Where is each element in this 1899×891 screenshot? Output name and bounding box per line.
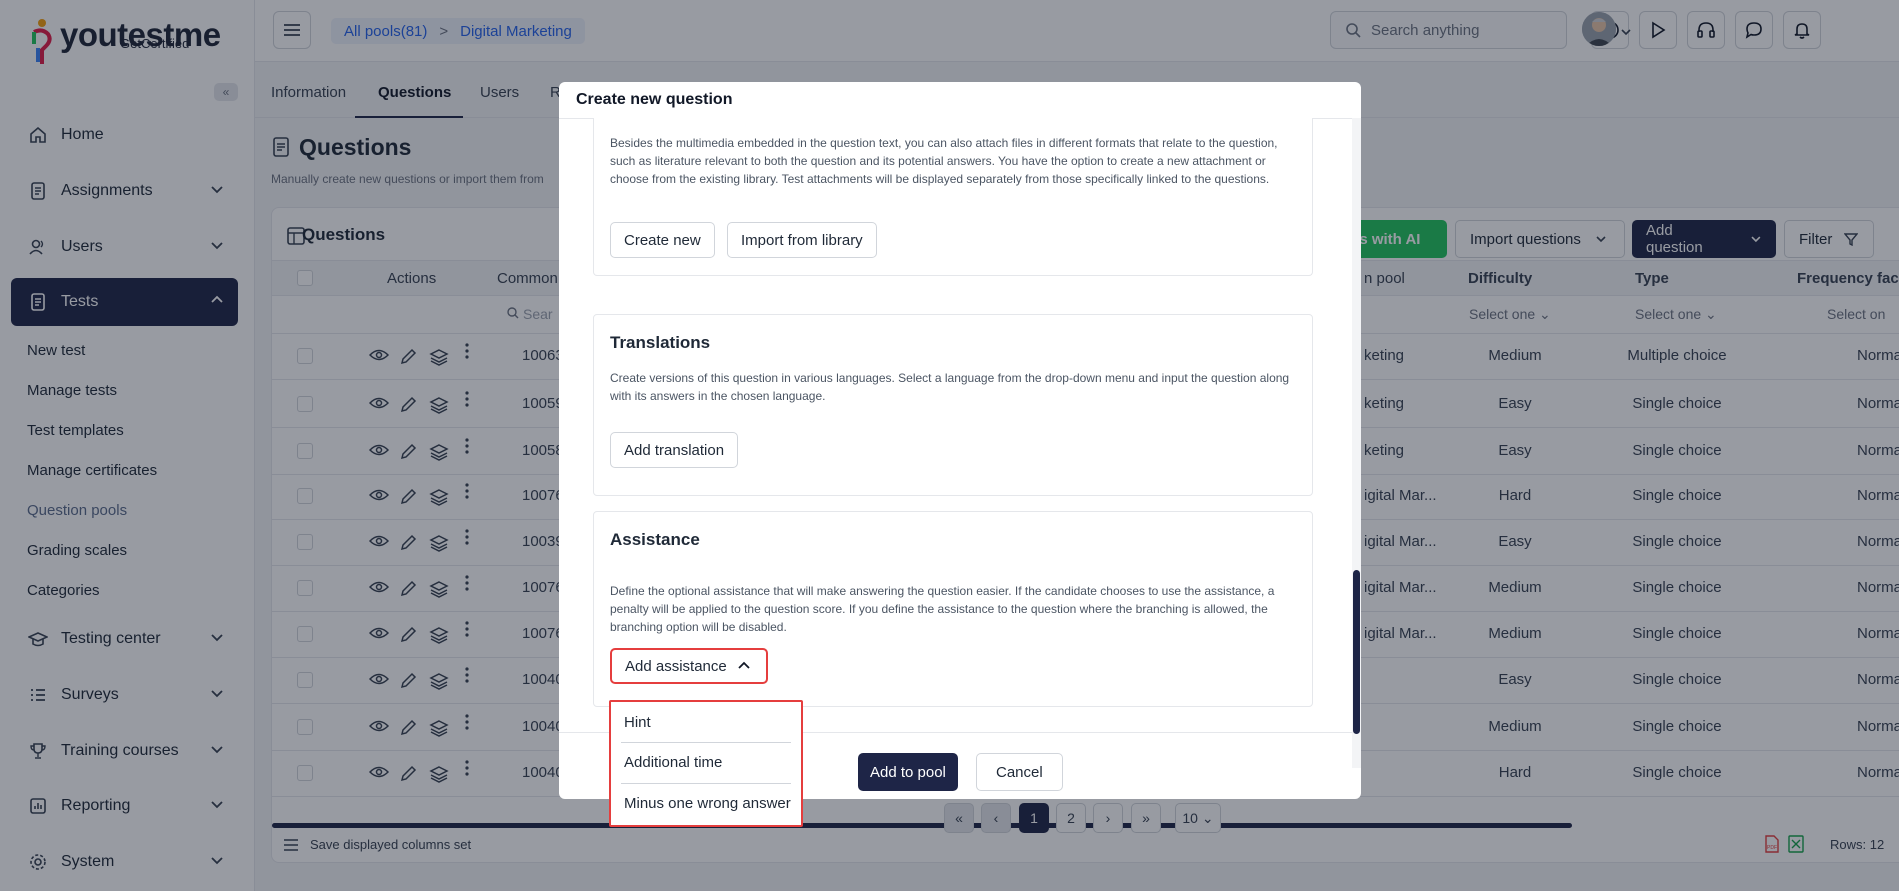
- assistance-option-hint[interactable]: Hint: [624, 714, 651, 731]
- assistance-title: Assistance: [610, 530, 700, 549]
- attachments-description: Besides the multimedia embedded in the q…: [610, 136, 1278, 186]
- chevron-up-icon: [738, 661, 750, 669]
- translations-title: Translations: [610, 333, 711, 352]
- cancel-button[interactable]: Cancel: [976, 753, 1063, 791]
- modal-title: Create new question: [576, 91, 733, 108]
- modal-scrollbar-thumb[interactable]: [1353, 570, 1360, 734]
- translations-description: Create versions of this question in vari…: [610, 371, 1290, 403]
- assistance-option-minus-one-wrong-answer[interactable]: Minus one wrong answer: [624, 795, 791, 812]
- create-new-attachment-button[interactable]: Create new: [610, 222, 715, 258]
- import-from-library-button[interactable]: Import from library: [727, 222, 877, 258]
- divider: [621, 783, 791, 784]
- assistance-section: Assistance Define the optional assistanc…: [593, 511, 1313, 707]
- attachments-section: Besides the multimedia embedded in the q…: [593, 118, 1313, 276]
- assistance-description: Define the optional assistance that will…: [610, 584, 1275, 634]
- divider: [621, 742, 791, 743]
- create-question-modal: Create new question Besides the multimed…: [559, 82, 1361, 799]
- assistance-option-additional-time[interactable]: Additional time: [624, 754, 722, 771]
- add-to-pool-button[interactable]: Add to pool: [858, 753, 958, 791]
- assistance-dropdown-menu: Hint Additional time Minus one wrong ans…: [609, 700, 803, 827]
- add-translation-button[interactable]: Add translation: [610, 432, 739, 468]
- add-assistance-button[interactable]: Add assistance: [610, 648, 768, 684]
- translations-section: Translations Create versions of this que…: [593, 314, 1313, 496]
- add-assistance-label: Add assistance: [625, 657, 727, 675]
